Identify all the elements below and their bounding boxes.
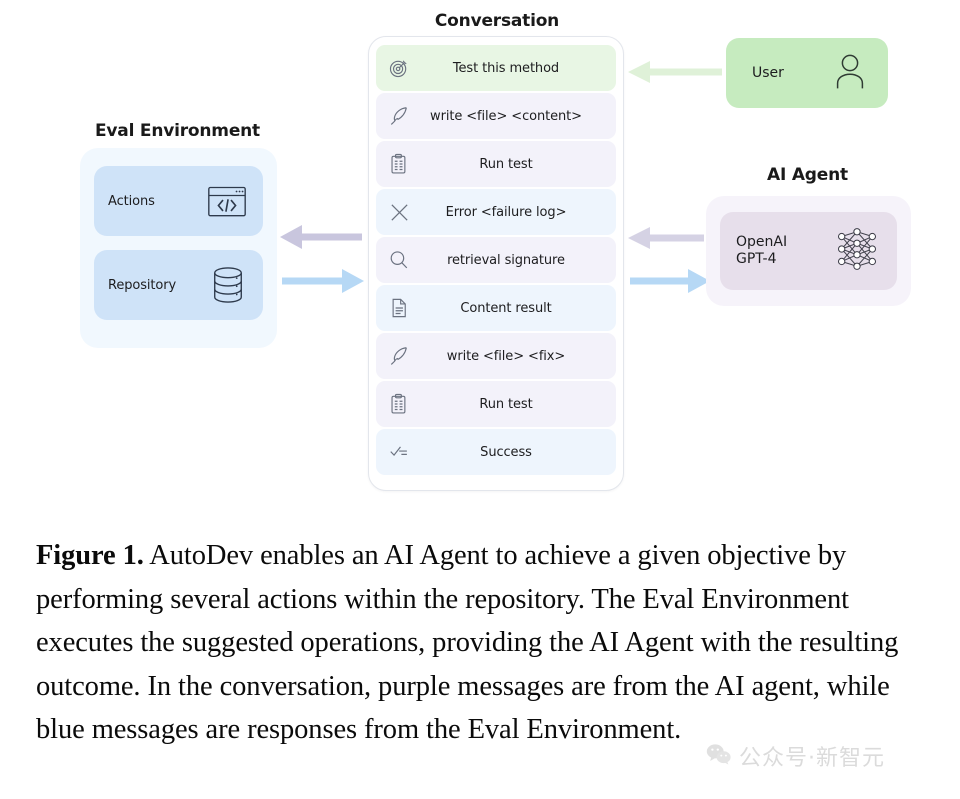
conversation-panel: Test this method write <file> <content>	[368, 36, 624, 491]
x-icon	[382, 195, 416, 229]
person-icon	[834, 52, 866, 95]
clipboard-icon	[382, 147, 416, 181]
conversation-message-text: Run test	[479, 396, 533, 412]
eval-card-label: Repository	[108, 277, 177, 293]
search-icon	[382, 243, 416, 277]
conversation-message-row[interactable]: Success	[376, 429, 616, 475]
code-window-icon	[207, 185, 247, 218]
quill-icon	[382, 99, 416, 133]
document-icon	[382, 291, 416, 325]
conversation-title: Conversation	[434, 11, 560, 31]
eval-environment-panel: Actions Repository	[80, 148, 277, 348]
figure-caption-label: Figure 1.	[36, 540, 144, 571]
conversation-message-text: write <file> <fix>	[446, 348, 566, 364]
eval-card-actions[interactable]: Actions	[94, 166, 263, 236]
ai-agent-panel: OpenAI GPT-4	[706, 196, 911, 306]
checklist-icon	[382, 435, 416, 469]
conversation-message-text: Error <failure log>	[445, 204, 567, 220]
conversation-message-row[interactable]: Test this method	[376, 45, 616, 91]
conversation-message-row[interactable]: Error <failure log>	[376, 189, 616, 235]
arrow-user-to-conversation	[628, 61, 722, 83]
conversation-message-text: Content result	[460, 300, 552, 316]
conversation-message-text: retrieval signature	[447, 252, 565, 268]
target-icon	[382, 51, 416, 85]
conversation-message-text: Run test	[479, 156, 533, 172]
user-box[interactable]: User	[726, 38, 888, 108]
conversation-message-row[interactable]: write <file> <content>	[376, 93, 616, 139]
conversation-message-text: write <file> <content>	[430, 108, 582, 124]
eval-card-repository[interactable]: Repository	[94, 250, 263, 320]
ai-agent-model-card[interactable]: OpenAI GPT-4	[720, 212, 897, 290]
conversation-message-row[interactable]: Run test	[376, 141, 616, 187]
database-icon	[209, 265, 247, 305]
figure-caption: Figure 1. AutoDev enables an AI Agent to…	[36, 534, 916, 752]
conversation-message-text: Test this method	[452, 60, 560, 76]
ai-agent-model-label: OpenAI GPT-4	[736, 233, 788, 268]
clipboard-icon	[382, 387, 416, 421]
conversation-message-row[interactable]: Content result	[376, 285, 616, 331]
arrow-agent-to-conversation	[628, 227, 704, 249]
conversation-message-row[interactable]: retrieval signature	[376, 237, 616, 283]
arrow-conversation-to-eval	[280, 225, 362, 249]
arrow-conversation-to-agent	[630, 269, 710, 293]
eval-environment-title: Eval Environment	[95, 121, 260, 141]
arrow-eval-to-conversation	[282, 269, 364, 293]
neural-network-icon	[833, 226, 881, 277]
figure-caption-body: AutoDev enables an AI Agent to achieve a…	[36, 540, 899, 746]
conversation-message-text: Success	[480, 444, 532, 460]
eval-card-label: Actions	[108, 193, 155, 209]
quill-icon	[382, 339, 416, 373]
conversation-message-row[interactable]: Run test	[376, 381, 616, 427]
conversation-message-row[interactable]: write <file> <fix>	[376, 333, 616, 379]
figure-diagram: Conversation Test this method write <fil…	[0, 0, 960, 520]
ai-agent-title: AI Agent	[767, 165, 848, 185]
user-label: User	[752, 65, 784, 81]
